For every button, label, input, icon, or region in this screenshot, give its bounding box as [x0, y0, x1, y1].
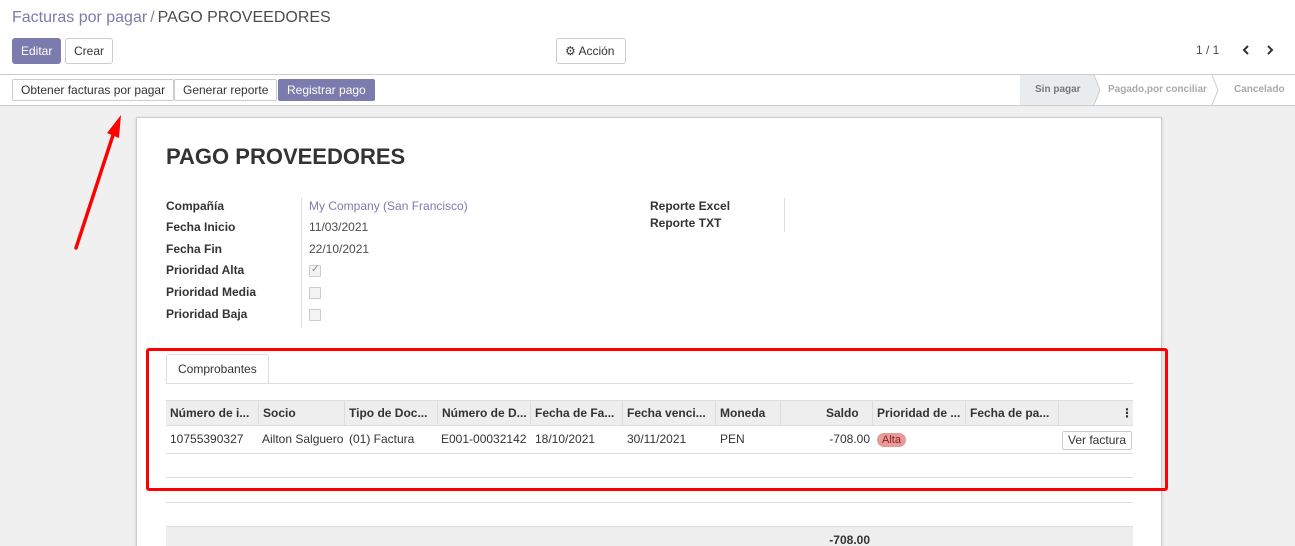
medium-priority-label: Prioridad Media — [166, 285, 257, 299]
cell-numero: 10755390327 — [170, 432, 244, 446]
annotation-arrow-icon — [74, 115, 121, 250]
column-separator — [965, 401, 966, 426]
control-panel: Facturas por pagar / PAGO PROVEEDORES Edit… — [0, 0, 1295, 75]
table-footer: -708.00 — [166, 526, 1133, 546]
tab-comprobantes[interactable]: Comprobantes — [166, 354, 269, 384]
stage-chevron-icon — [1086, 75, 1100, 105]
action-dropdown-button[interactable]: ⚙ Acción — [556, 38, 626, 64]
stage-paid-to-reconcile[interactable]: Pagado,por conciliar — [1108, 75, 1207, 105]
column-options-icon[interactable]: ⋮ — [1121, 401, 1129, 426]
table-divider — [166, 477, 1133, 478]
pager-previous-button[interactable] — [1237, 38, 1257, 62]
register-payment-button[interactable]: Registrar pago — [278, 79, 375, 101]
stage-chevron-icon — [1211, 75, 1219, 105]
table-row[interactable]: 10755390327 Ailton Salguero (01) Factura… — [166, 426, 1133, 454]
excel-report-label: Reporte Excel — [650, 199, 731, 213]
chevron-right-icon — [1267, 45, 1274, 55]
create-button[interactable]: Crear — [65, 38, 114, 64]
medium-priority-checkbox[interactable] — [309, 287, 321, 299]
table-header: Número de i... Socio Tipo de Doc... Núme… — [166, 400, 1133, 426]
cell-fecha-venc: 30/11/2021 — [627, 432, 687, 446]
column-header-fecha-factura[interactable]: Fecha de Fa... — [535, 401, 621, 426]
column-header-numero[interactable]: Número de i... — [170, 401, 256, 426]
gear-icon: ⚙ — [565, 44, 576, 58]
stage-draft[interactable]: Sin pagar — [1020, 75, 1094, 105]
end-date-label: Fecha Fin — [166, 242, 223, 256]
form-sheet: PAGO PROVEEDORES Compañía Fecha Inicio F… — [136, 117, 1162, 546]
high-priority-label: Prioridad Alta — [166, 263, 245, 277]
column-separator — [622, 401, 623, 426]
breadcrumb-separator: / — [150, 9, 155, 26]
column-header-socio[interactable]: Socio — [263, 401, 343, 426]
high-priority-checkbox[interactable] — [309, 264, 321, 277]
cell-socio: Ailton Salguero — [262, 432, 344, 446]
get-invoices-button[interactable]: Obtener facturas por pagar — [12, 79, 175, 101]
column-separator — [530, 401, 531, 426]
cell-tipo: (01) Factura — [349, 432, 415, 446]
breadcrumb: Facturas por pagar / PAGO PROVEEDORES — [12, 9, 331, 27]
chevron-left-icon — [1242, 45, 1249, 55]
column-header-moneda[interactable]: Moneda — [720, 401, 780, 426]
low-priority-checkbox[interactable] — [309, 309, 321, 321]
generate-report-button[interactable]: Generar reporte — [174, 79, 278, 101]
column-separator — [872, 401, 873, 426]
stage-cancelled[interactable]: Cancelado — [1234, 75, 1285, 105]
column-header-fecha-venc[interactable]: Fecha venci... — [627, 401, 713, 426]
cell-moneda: PEN — [720, 432, 745, 446]
company-value[interactable]: My Company (San Francisco) — [309, 199, 468, 213]
column-header-numero-doc[interactable]: Número de D... — [442, 401, 530, 426]
statusbar: Obtener facturas por pagar Generar repor… — [0, 75, 1295, 106]
start-date-label: Fecha Inicio — [166, 220, 236, 234]
column-separator — [344, 401, 345, 426]
tab-divider — [166, 383, 1133, 384]
table-divider — [166, 502, 1133, 503]
field-divider — [784, 198, 785, 232]
low-priority-label: Prioridad Baja — [166, 307, 248, 321]
column-header-saldo[interactable]: Saldo — [826, 401, 858, 426]
column-separator — [1058, 401, 1059, 426]
breadcrumb-parent[interactable]: Facturas por pagar — [12, 9, 147, 26]
column-header-fecha-pago[interactable]: Fecha de pa... — [970, 401, 1056, 426]
start-date-value: 11/03/2021 — [309, 220, 369, 234]
view-invoice-button[interactable]: Ver factura — [1062, 431, 1133, 450]
column-header-prioridad[interactable]: Prioridad de ... — [877, 401, 963, 426]
cell-saldo: -708.00 — [829, 432, 870, 446]
priority-badge: Alta — [877, 433, 906, 447]
end-date-value: 22/10/2021 — [309, 242, 370, 256]
edit-button[interactable]: Editar — [12, 38, 62, 64]
column-separator — [780, 401, 781, 426]
column-separator — [715, 401, 716, 426]
field-divider — [301, 198, 302, 328]
txt-report-label: Reporte TXT — [650, 216, 722, 230]
cell-fecha-factura: 18/10/2021 — [535, 432, 596, 446]
pager-value[interactable]: 1 / 1 — [1196, 43, 1219, 57]
record-title: PAGO PROVEEDORES — [166, 144, 406, 169]
company-label: Compañía — [166, 199, 225, 213]
cell-numero-doc: E001-00032142 — [441, 432, 527, 446]
total-saldo: -708.00 — [829, 533, 870, 546]
column-separator — [437, 401, 438, 426]
column-header-tipo[interactable]: Tipo de Doc... — [349, 401, 437, 426]
pager-next-button[interactable] — [1261, 38, 1281, 62]
column-separator — [258, 401, 259, 426]
action-label: Acción — [578, 44, 615, 58]
breadcrumb-current: PAGO PROVEEDORES — [157, 9, 331, 26]
